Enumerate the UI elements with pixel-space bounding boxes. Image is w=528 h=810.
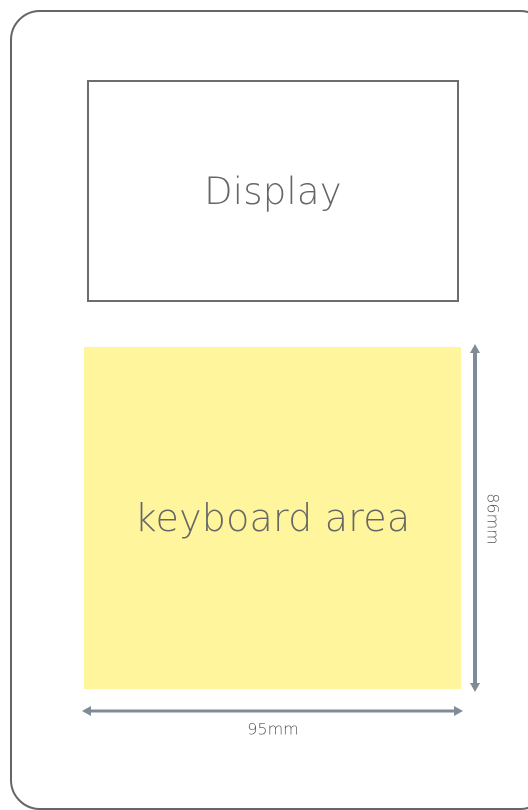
- display-label: Display: [204, 169, 342, 213]
- display-region: Display: [87, 80, 459, 302]
- keyboard-area: keyboard area: [84, 347, 461, 689]
- keyboard-area-label: keyboard area: [134, 496, 411, 540]
